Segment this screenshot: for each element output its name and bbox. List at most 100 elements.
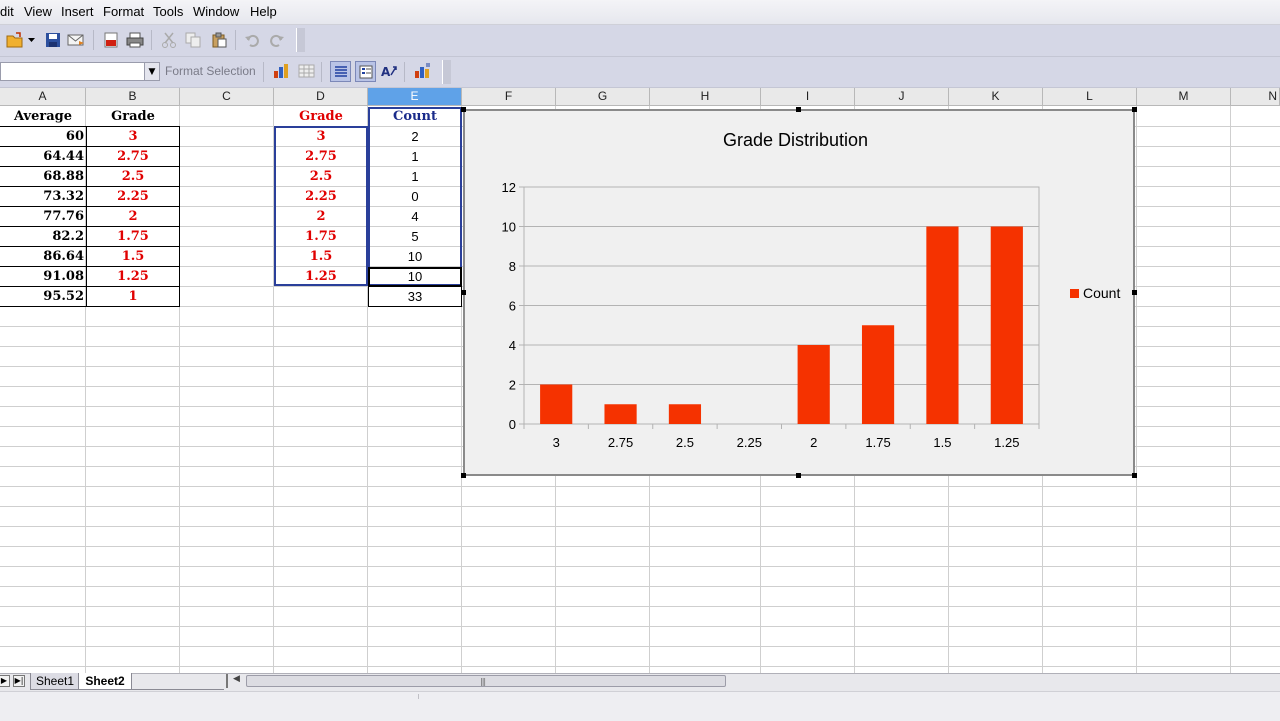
grade-cell[interactable]: 1	[86, 287, 180, 307]
data-table-icon[interactable]	[298, 62, 316, 80]
sheet-tab-sheet1[interactable]: Sheet1	[30, 673, 80, 690]
average-cell[interactable]: 91.08	[0, 267, 86, 287]
format-selection-button[interactable]: Format Selection	[165, 64, 256, 78]
column-header-n[interactable]: N	[1231, 88, 1280, 106]
grade-cell[interactable]: 3	[86, 127, 180, 147]
average-cell[interactable]: 95.52	[0, 287, 86, 307]
scroll-left-icon[interactable]: ◀	[233, 674, 240, 684]
scale-text-icon[interactable]: A	[381, 62, 399, 80]
chevron-down-icon[interactable]: ▼	[144, 63, 159, 80]
menu-help[interactable]: Help	[250, 4, 277, 19]
resize-handle[interactable]	[461, 473, 466, 478]
menu-insert[interactable]: Insert	[61, 4, 94, 19]
save-icon[interactable]	[44, 31, 62, 49]
column-header-i[interactable]: I	[761, 88, 855, 106]
menu-edit[interactable]: dit	[0, 4, 14, 19]
bar-2-5	[668, 404, 702, 424]
grade-cell[interactable]: 1.5	[86, 247, 180, 267]
grade-header[interactable]: Grade	[274, 107, 368, 127]
chart-type-icon[interactable]	[273, 62, 291, 80]
copy-icon[interactable]	[184, 31, 202, 49]
grade-cell[interactable]: 2	[86, 207, 180, 227]
sheet-tab-sheet2[interactable]: Sheet2	[78, 673, 132, 690]
print-icon[interactable]	[126, 31, 144, 49]
redo-icon[interactable]	[268, 31, 286, 49]
horizontal-scrollbar-thumb[interactable]: |||	[246, 675, 726, 687]
table-border	[0, 146, 180, 147]
average-cell[interactable]: 73.32	[0, 187, 86, 207]
x-tick-label: 1.75	[865, 435, 890, 450]
column-header-c[interactable]: C	[180, 88, 274, 106]
open-icon[interactable]	[6, 31, 24, 49]
column-header-j[interactable]: J	[855, 88, 949, 106]
menu-bar: dit View Insert Format Tools Window Help	[0, 0, 1280, 25]
row-gridline	[0, 506, 1280, 507]
count-total[interactable]: 33	[368, 287, 462, 307]
export-pdf-icon[interactable]	[102, 31, 120, 49]
resize-handle[interactable]	[1132, 473, 1137, 478]
menu-window[interactable]: Window	[193, 4, 239, 19]
column-header-b[interactable]: B	[86, 88, 180, 106]
column-header-f[interactable]: F	[462, 88, 556, 106]
cut-icon[interactable]	[160, 31, 178, 49]
prev-sheet-icon[interactable]: ▶	[0, 675, 10, 687]
average-cell[interactable]: 77.76	[0, 207, 86, 227]
average-cell[interactable]: 64.44	[0, 147, 86, 167]
y-tick-label: 0	[509, 417, 516, 432]
average-cell[interactable]: 68.88	[0, 167, 86, 187]
horizontal-grids-icon[interactable]	[330, 61, 351, 82]
column-header-e[interactable]: E	[368, 88, 462, 106]
paste-icon[interactable]	[210, 31, 228, 49]
column-header-d[interactable]: D	[274, 88, 368, 106]
last-sheet-icon[interactable]: ▶|	[13, 675, 25, 687]
toolbar-separator	[151, 30, 152, 50]
bar-1-75	[861, 325, 895, 424]
automatic-layout-icon[interactable]	[414, 62, 432, 80]
average-cell[interactable]: 60	[0, 127, 86, 147]
menu-format[interactable]: Format	[103, 4, 144, 19]
column-header-a[interactable]: A	[0, 88, 86, 106]
email-icon[interactable]	[67, 31, 85, 49]
toolbar-overflow-handle[interactable]	[296, 28, 305, 52]
resize-handle[interactable]	[1132, 107, 1137, 112]
resize-handle[interactable]	[461, 107, 466, 112]
resize-handle[interactable]	[796, 107, 801, 112]
grade-cell[interactable]: 1.75	[86, 227, 180, 247]
menu-view[interactable]: View	[24, 4, 52, 19]
table-border	[0, 166, 180, 167]
active-cell-cursor[interactable]	[368, 267, 462, 287]
grade-distribution-chart[interactable]: Grade Distribution 0 2 4 6 8 10 12 3 2.75 2.5 2.25 2…	[463, 109, 1135, 476]
column-header-k[interactable]: K	[949, 88, 1043, 106]
undo-icon[interactable]	[243, 31, 261, 49]
grade-cell[interactable]: 2.75	[86, 147, 180, 167]
resize-handle[interactable]	[1132, 290, 1137, 295]
toolbar-separator	[93, 30, 94, 50]
column-header-m[interactable]: M	[1137, 88, 1231, 106]
x-tick-label: 1.5	[933, 435, 951, 450]
x-tick-label: 2.25	[737, 435, 762, 450]
standard-toolbar	[0, 25, 1280, 57]
chart-element-select[interactable]: ▼	[0, 62, 160, 81]
grade-header[interactable]: Grade	[86, 107, 180, 127]
tab-splitter[interactable]	[226, 674, 228, 688]
grade-cell[interactable]: 2.5	[86, 167, 180, 187]
y-tick-label: 8	[509, 259, 516, 274]
open-dropdown-icon[interactable]	[27, 31, 37, 49]
legend-toggle-icon[interactable]	[355, 61, 376, 82]
column-header-g[interactable]: G	[556, 88, 650, 106]
table-border	[0, 246, 180, 247]
average-header[interactable]: Average	[0, 107, 86, 127]
resize-handle[interactable]	[796, 473, 801, 478]
resize-handle[interactable]	[461, 290, 466, 295]
grade-cell[interactable]: 2.25	[86, 187, 180, 207]
grade-cell[interactable]: 1.25	[86, 267, 180, 287]
column-header-h[interactable]: H	[650, 88, 761, 106]
toolbar-overflow-handle[interactable]	[442, 60, 451, 84]
average-cell[interactable]: 86.64	[0, 247, 86, 267]
table-border	[86, 126, 87, 306]
menu-tools[interactable]: Tools	[153, 4, 183, 19]
average-cell[interactable]: 82.2	[0, 227, 86, 247]
bar-3	[540, 384, 573, 424]
legend-swatch	[1070, 289, 1079, 298]
column-header-l[interactable]: L	[1043, 88, 1137, 106]
